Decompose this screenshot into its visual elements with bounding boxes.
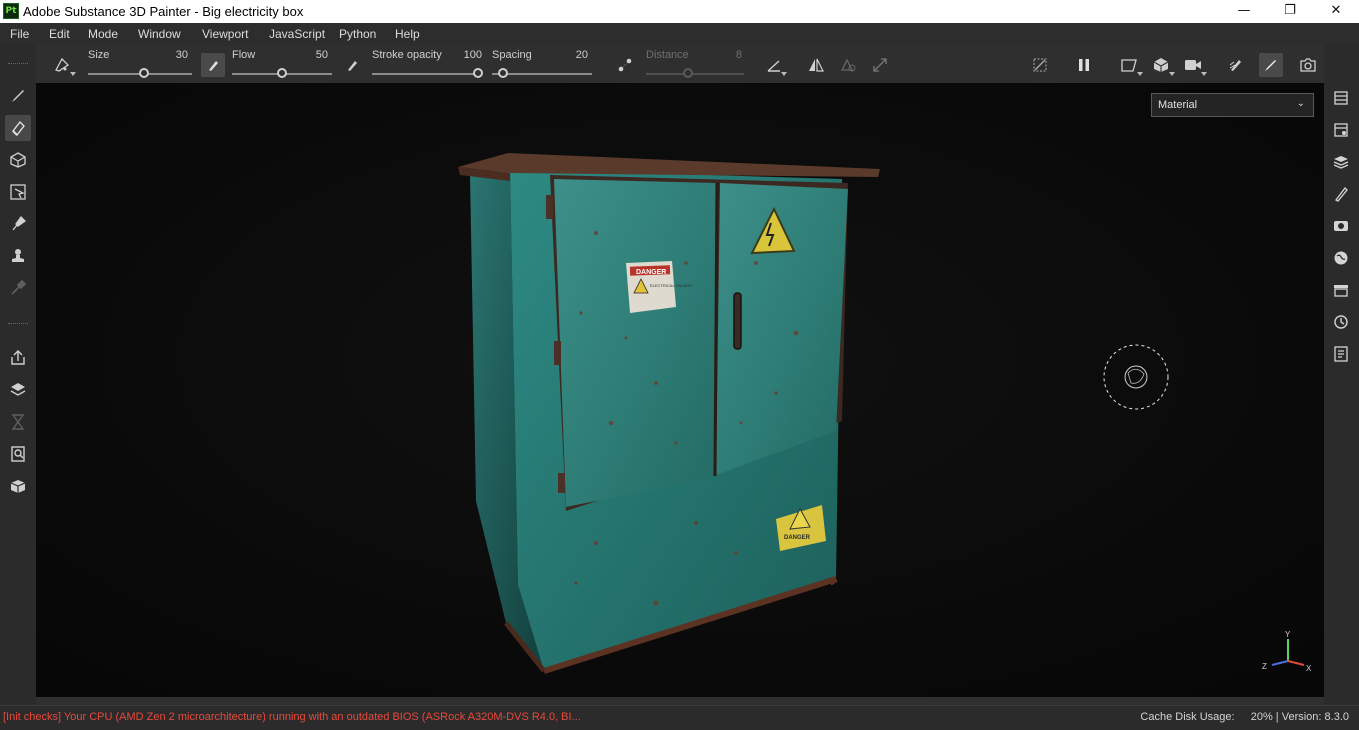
channel-select[interactable]: Material ⌄ — [1151, 93, 1314, 117]
3d-viewport[interactable]: DANGER ELECTRICAL HAZARD DANGER Y Z X Ma… — [36, 83, 1324, 697]
lazy-mouse-icon[interactable] — [613, 53, 637, 77]
stroke-opacity-value[interactable]: 100 — [452, 49, 482, 61]
status-info: Cache Disk Usage: 20% | Version: 8.3.0 — [1140, 711, 1349, 723]
cache-disk-usage-label: Cache Disk Usage: — [1140, 711, 1235, 723]
status-message[interactable]: [Init checks] Your CPU (AMD Zen 2 microa… — [3, 711, 581, 723]
log-icon[interactable] — [1329, 342, 1353, 366]
alignment-dropdown-icon[interactable] — [781, 72, 787, 76]
shelf-icon[interactable] — [1329, 278, 1353, 302]
maximize-button[interactable]: ❐ — [1267, 0, 1313, 23]
menu-file[interactable]: File — [10, 27, 29, 41]
stroke-opacity-slider-handle[interactable] — [473, 68, 483, 78]
distance-label: Distance — [646, 49, 689, 61]
status-separator: | — [1275, 711, 1279, 723]
symmetry-icon[interactable] — [804, 53, 828, 77]
size-pressure-icon[interactable] — [201, 53, 225, 77]
spacing-slider-handle[interactable] — [498, 68, 508, 78]
symmetry-settings-icon[interactable] — [836, 53, 860, 77]
window-title: Adobe Substance 3D Painter - Big electri… — [23, 4, 304, 19]
right-panel-bar — [1324, 83, 1359, 697]
cache-disk-usage-value: 20% — [1250, 711, 1273, 723]
brush-settings-icon[interactable] — [1329, 182, 1353, 206]
clone-tool-icon[interactable] — [5, 243, 31, 269]
brush-preset-dropdown-icon[interactable] — [70, 72, 76, 76]
environment-globe-icon[interactable] — [1329, 246, 1353, 270]
spacing-value[interactable]: 20 — [558, 49, 588, 61]
flow-slider-handle[interactable] — [277, 68, 287, 78]
size-label: Size — [88, 49, 110, 61]
display-settings-icon[interactable] — [1329, 214, 1353, 238]
title-bar: Pt Adobe Substance 3D Painter - Big elec… — [0, 0, 1359, 23]
shelf-tool-icon[interactable] — [5, 441, 31, 467]
stroke-opacity-label: Stroke opacity — [372, 49, 442, 61]
spacing-label: Spacing — [492, 49, 532, 61]
chevron-down-icon: ⌄ — [1296, 98, 1305, 109]
color-picker-tool-icon[interactable] — [5, 275, 31, 301]
distance-slider[interactable] — [646, 73, 744, 75]
menu-viewport[interactable]: Viewport — [202, 27, 248, 41]
size-value[interactable]: 30 — [158, 49, 188, 61]
paint-mode-icon[interactable] — [1259, 53, 1283, 77]
uv-view-dropdown-icon[interactable] — [1169, 72, 1175, 76]
menu-edit[interactable]: Edit — [49, 27, 70, 41]
size-slider-handle[interactable] — [139, 68, 149, 78]
menu-window[interactable]: Window — [138, 27, 181, 41]
flow-label: Flow — [232, 49, 256, 61]
left-tool-bar — [0, 45, 36, 697]
distance-slider-handle[interactable] — [683, 68, 693, 78]
minimize-button[interactable]: — — [1221, 0, 1267, 23]
transform-icon[interactable] — [868, 53, 892, 77]
distance-value[interactable]: 8 — [712, 49, 742, 61]
axis-x-label: X — [1306, 664, 1312, 673]
menu-bar: File Edit Mode Window Viewport JavaScrip… — [0, 23, 1359, 45]
viewport-canvas: DANGER ELECTRICAL HAZARD DANGER Y Z X — [36, 83, 1324, 697]
electrical-hazard-text: ELECTRICAL HAZARD — [650, 283, 692, 288]
menu-javascript[interactable]: JavaScript — [269, 27, 325, 41]
app-logo-icon: Pt — [3, 3, 19, 19]
axis-y-label: Y — [1285, 630, 1291, 639]
toolbar-grip-2 — [8, 323, 28, 326]
export-tool-icon[interactable] — [5, 345, 31, 371]
menu-mode[interactable]: Mode — [88, 27, 118, 41]
bake-tool-icon[interactable] — [5, 377, 31, 403]
menu-help[interactable]: Help — [395, 27, 420, 41]
status-bar: [Init checks] Your CPU (AMD Zen 2 microa… — [0, 705, 1359, 730]
menu-python[interactable]: Python — [339, 27, 376, 41]
texture-set-list-icon[interactable] — [1329, 118, 1353, 142]
version-label: Version: — [1281, 711, 1322, 723]
flow-value[interactable]: 50 — [298, 49, 328, 61]
eraser-tool-icon[interactable] — [5, 115, 31, 141]
version-value: 8.3.0 — [1324, 711, 1349, 723]
projection-tool-icon[interactable] — [5, 147, 31, 173]
screenshot-icon[interactable] — [1296, 53, 1320, 77]
pause-icon[interactable] — [1072, 53, 1096, 77]
toolbar-grip — [8, 63, 28, 66]
flow-pressure-icon[interactable] — [340, 53, 364, 77]
channel-select-value: Material — [1158, 99, 1198, 111]
axis-z-label: Z — [1262, 662, 1267, 671]
danger-sticker-bottom-text: DANGER — [784, 535, 811, 541]
tool-properties-bar: Size 30 Flow 50 Stroke opacity 100 Spaci… — [36, 45, 1324, 84]
danger-sticker-text: DANGER — [636, 269, 666, 276]
uv-tool-icon[interactable] — [5, 473, 31, 499]
layers-list-icon[interactable] — [1329, 86, 1353, 110]
stroke-opacity-slider[interactable] — [372, 73, 480, 75]
paint-tool-icon[interactable] — [5, 83, 31, 109]
pen-pressure-icon[interactable] — [1224, 53, 1248, 77]
smudge-tool-icon[interactable] — [5, 211, 31, 237]
camera-dropdown-icon[interactable] — [1201, 72, 1207, 76]
polygon-fill-tool-icon[interactable] — [5, 179, 31, 205]
layers-icon[interactable] — [1329, 150, 1353, 174]
viewport-bottom-edge — [36, 697, 1324, 705]
history-clock-icon[interactable] — [1329, 310, 1353, 334]
close-button[interactable]: ✕ — [1313, 0, 1359, 23]
hide-selection-icon[interactable] — [1028, 53, 1052, 77]
history-tool-icon[interactable] — [5, 409, 31, 435]
display-mode-dropdown-icon[interactable] — [1137, 72, 1143, 76]
